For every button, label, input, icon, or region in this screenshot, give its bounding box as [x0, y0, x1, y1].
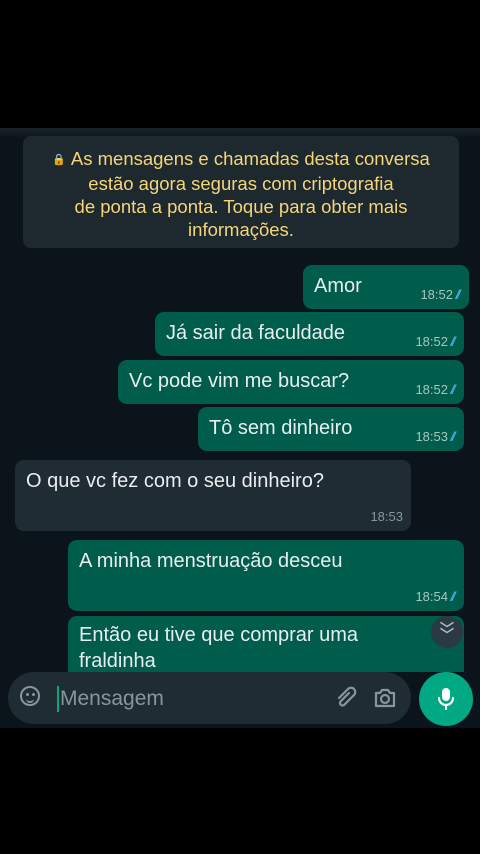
message-bubble-outgoing[interactable]: Vc pode vim me buscar? 18:52 // — [118, 360, 464, 404]
chat-area[interactable]: 🔒 As mensagens e chamadas desta conversa … — [0, 128, 480, 672]
read-receipt-icon: // — [452, 334, 457, 349]
message-time: 18:52 — [420, 287, 453, 302]
message-time: 18:53 — [415, 429, 448, 444]
notice-line-1: As mensagens e chamadas desta conversa — [70, 148, 430, 169]
double-chevron-down-icon: ﹀ ﹀ — [440, 621, 454, 643]
message-meta: 18:52 // — [415, 382, 457, 397]
message-text: Já sair da faculdade — [166, 322, 346, 344]
message-bubble-outgoing[interactable]: Já sair da faculdade 18:52 // — [155, 312, 464, 356]
composer-bar: Mensagem — [0, 672, 480, 728]
notice-line-4: informações. — [188, 219, 294, 240]
message-time: 18:52 — [415, 382, 448, 397]
message-text: Vc pode vim me buscar? — [129, 370, 350, 392]
message-time: 18:54 — [415, 589, 448, 604]
notice-line-3: de ponta a ponta. Toque para obter mais — [74, 196, 408, 217]
lock-icon: 🔒 — [52, 154, 66, 166]
microphone-icon — [437, 688, 455, 710]
message-text: A minha menstruação desceu — [79, 550, 343, 572]
paperclip-icon[interactable] — [334, 686, 360, 710]
message-meta: 18:52 // — [415, 334, 457, 349]
notice-line-2: estão agora seguras com criptografia — [88, 173, 394, 194]
message-text: Amor — [314, 275, 362, 297]
message-bubble-incoming[interactable]: O que vc fez com o seu dinheiro? 18:53 — [15, 460, 411, 531]
message-bubble-outgoing[interactable]: Amor 18:52 // — [303, 265, 469, 309]
message-meta: 18:53 // — [415, 429, 457, 444]
message-input-placeholder[interactable]: Mensagem — [60, 687, 164, 711]
message-text: Tô sem dinheiro — [209, 417, 353, 439]
text-cursor — [57, 686, 59, 712]
read-receipt-icon: // — [452, 382, 457, 397]
message-bubble-outgoing[interactable]: Então eu tive que comprar uma fraldinha — [68, 616, 464, 672]
message-time: 18:53 — [370, 509, 403, 524]
message-bubble-outgoing[interactable]: Tô sem dinheiro 18:53 // — [198, 407, 464, 451]
read-receipt-icon: // — [452, 429, 457, 444]
message-meta: 18:54 // — [415, 589, 457, 604]
camera-icon[interactable] — [373, 687, 397, 709]
scroll-to-bottom-button[interactable]: ﹀ ﹀ — [431, 616, 463, 648]
emoji-icon[interactable] — [20, 686, 40, 706]
message-meta: 18:52 // — [420, 287, 462, 302]
read-receipt-icon: // — [457, 287, 462, 302]
message-bubble-outgoing[interactable]: A minha menstruação desceu 18:54 // — [68, 540, 464, 611]
message-text: Então eu tive que comprar uma fraldinha — [79, 624, 359, 672]
encryption-notice[interactable]: 🔒 As mensagens e chamadas desta conversa … — [23, 136, 459, 248]
read-receipt-icon: // — [452, 589, 457, 604]
message-time: 18:52 — [415, 334, 448, 349]
message-text: O que vc fez com o seu dinheiro? — [26, 470, 324, 492]
message-meta: 18:53 — [370, 509, 403, 524]
message-input-container[interactable]: Mensagem — [8, 672, 411, 724]
voice-message-button[interactable] — [419, 672, 473, 726]
